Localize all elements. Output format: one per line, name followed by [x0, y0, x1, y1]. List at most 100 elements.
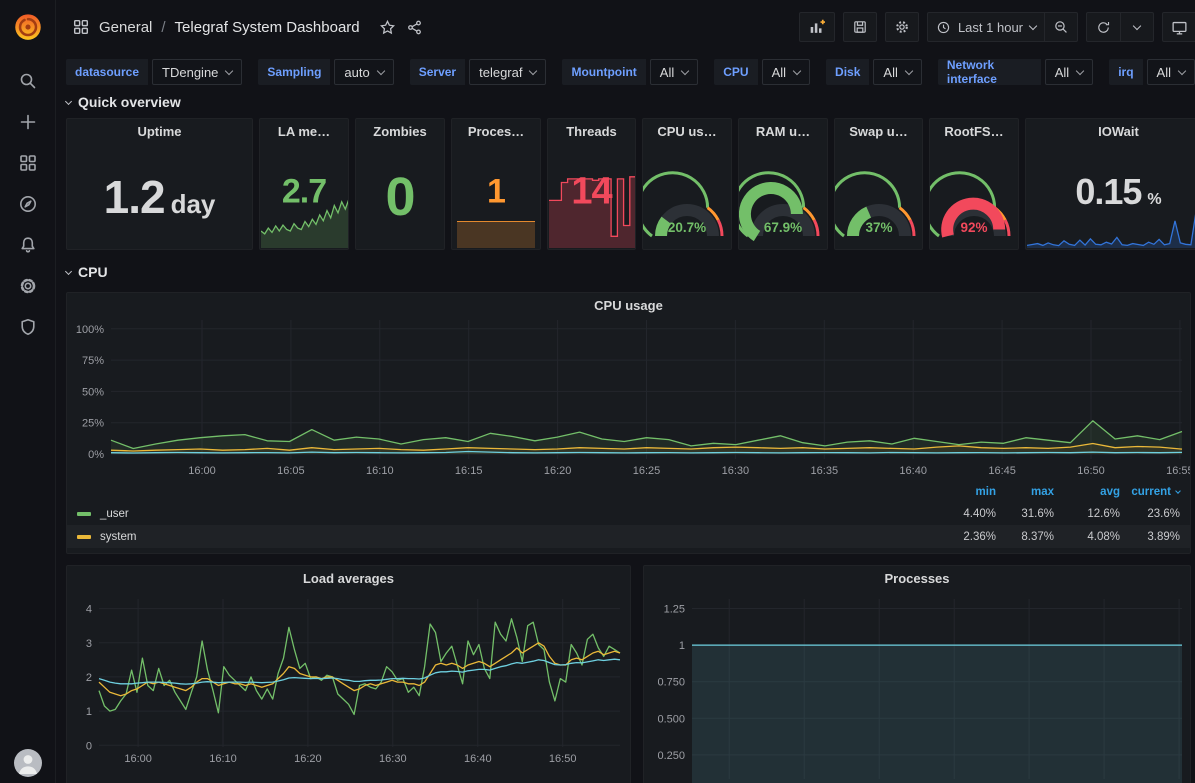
- grafana-logo-icon[interactable]: [11, 9, 45, 43]
- svg-text:16:45: 16:45: [988, 465, 1016, 477]
- zoom-out-button[interactable]: [1044, 12, 1078, 42]
- panel-title[interactable]: Zombies: [356, 119, 444, 140]
- svg-text:16:35: 16:35: [811, 465, 839, 477]
- cpu-usage-chart[interactable]: 0%25%50%75%100%16:0016:0516:1016:1516:20…: [67, 314, 1190, 482]
- add-panel-button[interactable]: [799, 12, 835, 42]
- panel-title[interactable]: RAM u…: [739, 119, 827, 140]
- filter-label[interactable]: Disk: [826, 59, 869, 85]
- filter-value-dropdown[interactable]: All: [650, 59, 698, 85]
- filter-value-dropdown[interactable]: auto: [334, 59, 393, 85]
- chevron-down-icon: [529, 66, 537, 74]
- filter-label[interactable]: Sampling: [258, 59, 330, 85]
- configuration-gear-icon[interactable]: [11, 274, 45, 298]
- stat-panel-ram_used: RAM u… 67.9%: [738, 118, 828, 250]
- filter-value-dropdown[interactable]: All: [873, 59, 921, 85]
- share-icon[interactable]: [406, 19, 423, 36]
- gauge: 37%: [836, 170, 921, 242]
- save-dashboard-button[interactable]: [843, 12, 877, 42]
- stat-body: 0.15%: [1027, 145, 1195, 248]
- panel-title[interactable]: RootFS…: [930, 119, 1018, 140]
- chevron-down-icon: [65, 267, 72, 274]
- chevron-down-icon: [1133, 21, 1141, 29]
- filter-mountpoint: MountpointAll: [562, 59, 698, 85]
- chevron-down-icon: [1178, 66, 1186, 74]
- panel-title[interactable]: IOWait: [1026, 119, 1195, 140]
- legend-sort-avg[interactable]: avg: [1054, 486, 1120, 498]
- stat-value: 2.7: [261, 173, 347, 212]
- filter-value-dropdown[interactable]: All: [1045, 59, 1093, 85]
- panel-title[interactable]: CPU usage: [67, 293, 1190, 314]
- stat-body: 0: [357, 145, 443, 248]
- template-variable-row: datasourceTDengine Samplingauto Servertele…: [66, 57, 1195, 87]
- legend-sort-current[interactable]: current: [1120, 486, 1180, 498]
- filter-label[interactable]: irq: [1109, 59, 1142, 85]
- filter-label[interactable]: datasource: [66, 59, 148, 85]
- panel-title[interactable]: LA me…: [260, 119, 348, 140]
- filter-datasource: datasourceTDengine: [66, 59, 242, 85]
- explore-compass-icon[interactable]: [11, 192, 45, 216]
- create-plus-icon[interactable]: [11, 110, 45, 134]
- legend-series-toggle[interactable]: system: [77, 531, 934, 543]
- chevron-down-icon: [225, 66, 233, 74]
- panel-title[interactable]: CPU us…: [643, 119, 731, 140]
- cycle-view-button[interactable]: [1162, 12, 1195, 42]
- panel-title[interactable]: Load averages: [67, 566, 630, 587]
- filter-label[interactable]: CPU: [714, 59, 757, 85]
- filter-value-dropdown[interactable]: All: [1147, 59, 1195, 85]
- panel-title[interactable]: Swap u…: [835, 119, 922, 140]
- cpu-usage-legend: minmaxavgcurrent_user4.40%31.6%12.6%23.6…: [67, 482, 1190, 554]
- svg-text:1: 1: [86, 706, 92, 718]
- legend-sort-max[interactable]: max: [996, 486, 1054, 498]
- stat-panel-threads: Threads14: [547, 118, 636, 250]
- stat-panel-swap_used: Swap u… 37%: [834, 118, 923, 250]
- processes-chart[interactable]: 0.2500.5000.75011.25: [644, 587, 1190, 783]
- legend-sort-min[interactable]: min: [934, 486, 996, 498]
- bottom-row: Load averages 0123416:0016:1016:2016:301…: [66, 565, 1195, 783]
- filter-server: Servertelegraf: [410, 59, 547, 85]
- user-avatar[interactable]: [14, 749, 42, 777]
- filter-value-dropdown[interactable]: telegraf: [469, 59, 546, 85]
- dashboards-icon[interactable]: [11, 151, 45, 175]
- legend-value: 12.6%: [1054, 508, 1120, 520]
- panel-title[interactable]: Threads: [548, 119, 635, 140]
- svg-text:67.9%: 67.9%: [764, 220, 802, 235]
- refresh-interval-dropdown[interactable]: [1120, 12, 1154, 42]
- time-picker[interactable]: Last 1 hour: [927, 12, 1044, 42]
- svg-text:16:25: 16:25: [633, 465, 661, 477]
- dashboard-settings-button[interactable]: [885, 12, 919, 42]
- stat-body: 67.9%: [740, 145, 826, 248]
- dashboard-body: Quick overview Uptime 1.2day LA me… 2.7 Zomb…: [56, 88, 1195, 783]
- legend-series-toggle[interactable]: iowait: [77, 554, 934, 555]
- panel-title[interactable]: Uptime: [67, 119, 252, 140]
- filter-value-dropdown[interactable]: TDengine: [152, 59, 242, 85]
- panel-title[interactable]: Proces…: [452, 119, 540, 140]
- svg-text:3: 3: [86, 638, 92, 650]
- svg-text:16:30: 16:30: [722, 465, 750, 477]
- legend-header-row: minmaxavgcurrent: [67, 482, 1190, 502]
- svg-text:50%: 50%: [82, 386, 104, 398]
- row-header-quick-overview[interactable]: Quick overview: [66, 88, 1195, 116]
- server-admin-shield-icon[interactable]: [11, 315, 45, 339]
- chevron-down-icon: [681, 66, 689, 74]
- filter-value-dropdown[interactable]: All: [762, 59, 810, 85]
- refresh-button[interactable]: [1086, 12, 1120, 42]
- row-header-cpu[interactable]: CPU: [66, 258, 1195, 286]
- panel-cpu-usage: CPU usage 0%25%50%75%100%16:0016:0516:10…: [66, 292, 1191, 554]
- clock-icon: [936, 20, 951, 35]
- stat-body: 1.2day: [68, 145, 251, 248]
- filter-cpu: CPUAll: [714, 59, 810, 85]
- svg-text:1.25: 1.25: [664, 604, 685, 616]
- filter-label[interactable]: Network interface: [938, 59, 1041, 85]
- alerting-bell-icon[interactable]: [11, 233, 45, 257]
- star-icon[interactable]: [379, 19, 396, 36]
- page-title[interactable]: Telegraf System Dashboard: [175, 19, 360, 36]
- filter-label[interactable]: Server: [410, 59, 465, 85]
- breadcrumb-folder[interactable]: General: [99, 19, 152, 36]
- legend-series-toggle[interactable]: _user: [77, 508, 934, 520]
- panel-title[interactable]: Processes: [644, 566, 1190, 587]
- svg-text:37%: 37%: [865, 220, 892, 235]
- filter-label[interactable]: Mountpoint: [562, 59, 645, 85]
- time-range-label: Last 1 hour: [958, 20, 1023, 35]
- load-averages-chart[interactable]: 0123416:0016:1016:2016:3016:4016:50: [67, 587, 630, 783]
- search-icon[interactable]: [11, 69, 45, 93]
